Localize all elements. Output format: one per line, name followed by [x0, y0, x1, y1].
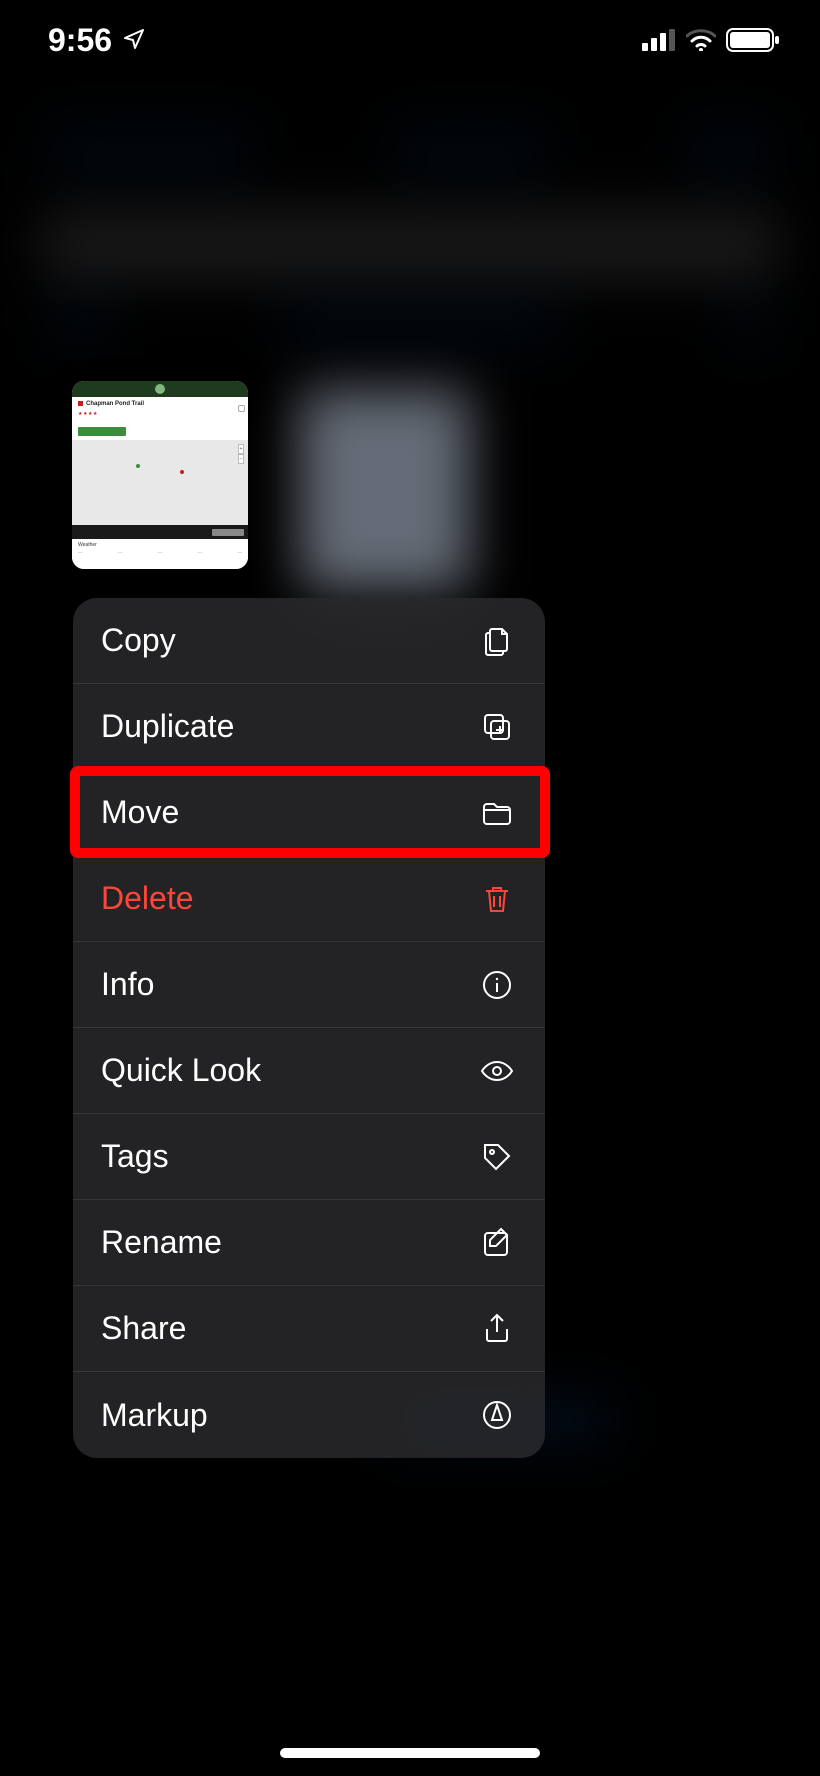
info-icon — [479, 967, 515, 1003]
copy-icon — [479, 623, 515, 659]
folder-icon — [479, 795, 515, 831]
menu-item-info[interactable]: Info — [73, 942, 545, 1028]
thumb-footer: Weather ————— — [72, 539, 248, 569]
thumb-title: Chapman Pond Trail — [72, 397, 248, 411]
wifi-icon — [686, 29, 716, 51]
thumb-stats — [72, 417, 248, 423]
menu-item-label: Delete — [101, 880, 194, 917]
trash-icon — [479, 881, 515, 917]
menu-item-label: Quick Look — [101, 1052, 261, 1089]
menu-item-tags[interactable]: Tags — [73, 1114, 545, 1200]
menu-item-copy[interactable]: Copy — [73, 598, 545, 684]
eye-icon — [479, 1053, 515, 1089]
thumb-green-button — [78, 427, 126, 436]
markup-icon — [479, 1397, 515, 1433]
menu-item-label: Move — [101, 794, 179, 831]
menu-item-share[interactable]: Share — [73, 1286, 545, 1372]
menu-item-label: Tags — [101, 1138, 169, 1175]
share-icon — [479, 1311, 515, 1347]
menu-item-label: Markup — [101, 1397, 208, 1434]
file-preview-thumbnail[interactable]: Chapman Pond Trail ★★★★ +− Weather ————— — [72, 381, 248, 569]
thumb-bookmark-icon — [238, 405, 245, 412]
duplicate-icon — [479, 709, 515, 745]
menu-item-duplicate[interactable]: Duplicate — [73, 684, 545, 770]
status-bar: 9:56 — [0, 0, 820, 80]
menu-item-rename[interactable]: Rename — [73, 1200, 545, 1286]
cellular-icon — [642, 29, 676, 51]
menu-item-delete[interactable]: Delete — [73, 856, 545, 942]
menu-item-label: Copy — [101, 622, 176, 659]
menu-item-move[interactable]: Move — [73, 770, 545, 856]
location-icon — [122, 22, 146, 59]
context-menu: Copy Duplicate Move Del — [73, 598, 545, 1458]
menu-item-markup[interactable]: Markup — [73, 1372, 545, 1458]
tag-icon — [479, 1139, 515, 1175]
menu-item-quick-look[interactable]: Quick Look — [73, 1028, 545, 1114]
menu-item-label: Share — [101, 1310, 186, 1347]
status-time: 9:56 — [48, 22, 112, 59]
battery-icon — [726, 28, 780, 52]
home-indicator[interactable] — [280, 1748, 540, 1758]
menu-item-label: Info — [101, 966, 154, 1003]
menu-item-label: Duplicate — [101, 708, 234, 745]
thumb-map: +− — [72, 440, 248, 525]
thumb-darkbar — [72, 525, 248, 539]
menu-item-label: Rename — [101, 1224, 222, 1261]
rename-icon — [479, 1225, 515, 1261]
thumb-header — [72, 381, 248, 397]
